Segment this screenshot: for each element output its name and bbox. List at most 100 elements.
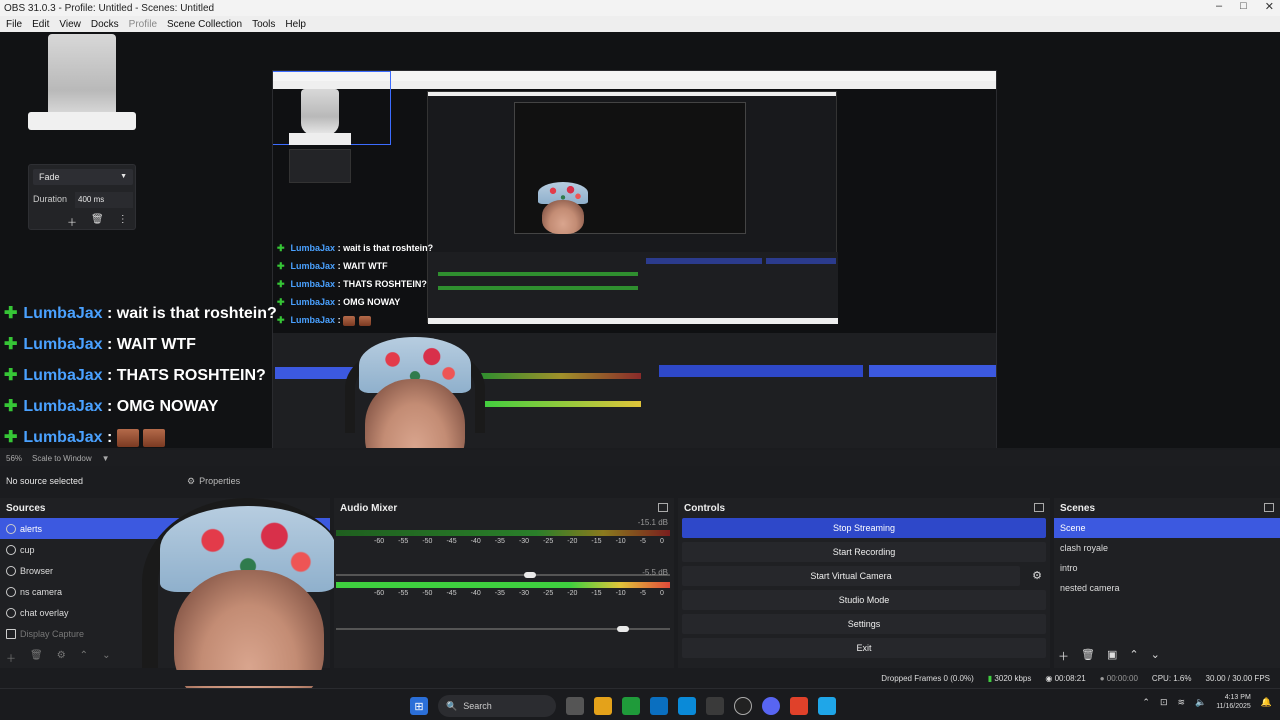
gear-icon[interactable]: ⚙ [1032, 569, 1042, 582]
more-icon[interactable]: ⋮ [118, 214, 128, 229]
move-up-icon[interactable]: ⌃ [80, 650, 88, 665]
add-source-icon[interactable]: ＋ [6, 650, 16, 665]
no-source-label: No source selected [6, 476, 84, 486]
app-icon[interactable] [818, 697, 836, 715]
duration-label: Duration [33, 194, 68, 204]
stop-streaming-button[interactable]: Stop Streaming [682, 518, 1046, 538]
menu-docks[interactable]: Docks [91, 19, 119, 30]
scale-tick: -55 [398, 538, 409, 545]
remove-source-icon[interactable]: 🗑 [30, 650, 43, 665]
eye-icon[interactable] [6, 523, 16, 534]
minimize-button[interactable]: – [1216, 0, 1222, 13]
menu-edit[interactable]: Edit [32, 19, 49, 30]
menu-scene-collection[interactable]: Scene Collection [167, 19, 242, 30]
menu-tools[interactable]: Tools [252, 19, 275, 30]
chevron-down-icon[interactable]: ▼ [102, 454, 110, 463]
scene-item-clash-royale[interactable]: clash royale [1054, 538, 1280, 558]
xbox-icon[interactable] [622, 697, 640, 715]
brave-icon[interactable] [790, 697, 808, 715]
task-view-icon[interactable] [566, 697, 584, 715]
add-icon[interactable]: ＋ [67, 214, 77, 229]
duration-input[interactable]: 400 ms [75, 192, 133, 208]
emote-icon [142, 428, 165, 447]
network-icon[interactable]: ⊡ [1160, 697, 1168, 708]
windows-start-icon[interactable]: ⊞ [410, 697, 428, 715]
discord-icon[interactable] [762, 697, 780, 715]
app-icon[interactable] [706, 697, 724, 715]
trash-icon[interactable]: 🗑 [91, 214, 104, 229]
scale-tick: -15 [591, 590, 602, 597]
scale-tick: -45 [446, 538, 457, 545]
menu-file[interactable]: File [6, 19, 22, 30]
scale-tick: -20 [567, 538, 578, 545]
scene-item-scene[interactable]: Scene [1054, 518, 1280, 538]
scene-filter-icon[interactable]: ▣ [1107, 648, 1117, 664]
edge-icon[interactable] [678, 697, 696, 715]
clock[interactable]: 4:13 PM 11/16/2025 [1216, 693, 1251, 711]
start-virtual-camera-button[interactable]: Start Virtual Camera ⚙ [682, 566, 1042, 586]
add-scene-icon[interactable]: ＋ [1058, 648, 1069, 664]
eye-icon[interactable] [6, 607, 16, 618]
move-down-icon[interactable]: ⌄ [102, 650, 110, 665]
scale-tick: -35 [494, 590, 505, 597]
scale-mode[interactable]: Scale to Window [32, 454, 92, 463]
transition-select[interactable]: Fade ▼ [33, 169, 133, 185]
start-recording-button[interactable]: Start Recording [682, 542, 1046, 562]
mixer-db-2: -5.5 dB [642, 568, 668, 577]
scenes-toolbar: ＋ 🗑 ▣ ⌃ ⌄ [1058, 648, 1160, 664]
eye-icon[interactable] [6, 586, 16, 597]
move-up-icon[interactable]: ⌃ [1129, 648, 1138, 664]
eye-icon[interactable] [6, 544, 16, 555]
scale-tick: -35 [494, 538, 505, 545]
settings-button[interactable]: Settings [682, 614, 1046, 634]
volume-knob[interactable] [617, 626, 630, 632]
scale-tick: -60 [374, 590, 385, 597]
notification-icon[interactable]: 🔔 [1261, 697, 1272, 708]
popout-icon[interactable] [1264, 503, 1274, 512]
wifi-icon[interactable]: ≋ [1178, 697, 1186, 708]
controls-dock: Controls Stop Streaming Start Recording … [678, 498, 1050, 668]
chat-message: ✚ LumbaJax : THATS ROSHTEIN? [4, 367, 266, 384]
popout-icon[interactable] [658, 503, 668, 512]
menu-help[interactable]: Help [285, 19, 306, 30]
store-icon[interactable] [650, 697, 668, 715]
window-titlebar: OBS 31.0.3 - Profile: Untitled - Scenes:… [0, 0, 1280, 16]
chat-message: ✚ LumbaJax : WAIT WTF [4, 336, 196, 353]
mixer-header: Audio Mixer [334, 498, 674, 518]
taskbar-search[interactable]: 🔍 Search [438, 695, 556, 717]
chat-message: ✚ LumbaJax : OMG NOWAY [4, 398, 219, 415]
move-down-icon[interactable]: ⌄ [1151, 648, 1160, 664]
scale-tick: -20 [567, 590, 578, 597]
rec-time: ● 00:00:00 [1099, 673, 1138, 683]
fps: 30.00 / 30.00 FPS [1205, 673, 1271, 683]
audio-mixer-dock: Audio Mixer -15.1 dB -60 -55 -50 -45 -40 -35-… [334, 498, 674, 668]
close-button[interactable]: ✕ [1265, 0, 1274, 13]
file-explorer-icon[interactable] [594, 697, 612, 715]
preview-canvas[interactable]: Fade ▼ Duration 400 ms ＋ 🗑 ⋮ ✚ LumbaJax … [0, 32, 1280, 448]
scale-tick: -30 [518, 538, 530, 545]
volume-slider[interactable] [336, 626, 670, 632]
inner-obs-screenshot [427, 91, 838, 324]
eye-icon[interactable] [6, 565, 16, 576]
obs-icon[interactable] [734, 697, 752, 715]
studio-mode-button[interactable]: Studio Mode [682, 590, 1046, 610]
scene-item-nested-camera[interactable]: nested camera [1054, 578, 1280, 598]
source-settings-icon[interactable]: ⚙ [57, 650, 66, 665]
maximize-button[interactable]: □ [1240, 0, 1247, 13]
window-title: OBS 31.0.3 - Profile: Untitled - Scenes:… [4, 2, 215, 14]
exit-button[interactable]: Exit [682, 638, 1046, 658]
menu-view[interactable]: View [59, 19, 81, 30]
volume-icon[interactable]: 🔈 [1195, 697, 1206, 708]
scenes-header: Scenes [1054, 498, 1280, 518]
popout-icon[interactable] [1034, 503, 1044, 512]
scale-tick: -60 [374, 538, 385, 545]
zoom-level[interactable]: 56% [6, 454, 22, 463]
nested-cup-image [301, 89, 339, 135]
scale-tick: -50 [422, 538, 433, 545]
scene-item-intro[interactable]: intro [1054, 558, 1280, 578]
volume-slider[interactable] [336, 572, 670, 578]
volume-knob[interactable] [523, 572, 536, 578]
chevron-up-icon[interactable]: ⌃ [1142, 697, 1150, 708]
menu-profile[interactable]: Profile [129, 19, 157, 30]
remove-scene-icon[interactable]: 🗑 [1081, 648, 1095, 664]
